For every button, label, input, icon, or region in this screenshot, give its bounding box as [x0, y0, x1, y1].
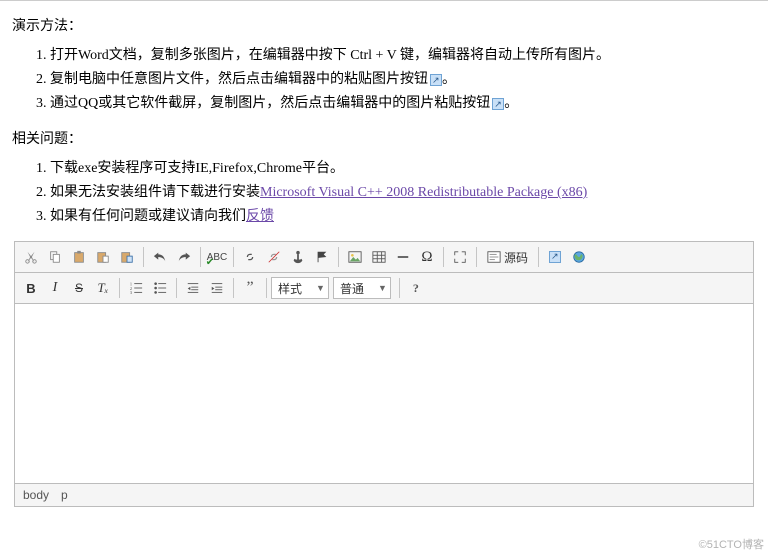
toolbar-row-2: B I S Tₓ 123 ” 样式 ▼ 普通 ▼ ?	[15, 273, 753, 304]
rich-text-editor: ABC✔ Ω 源码 B I S Tₓ 123	[14, 241, 754, 507]
styles-label: 样式	[278, 280, 302, 297]
remove-format-button[interactable]: Tₓ	[91, 276, 115, 300]
paste-text-button[interactable]	[91, 245, 115, 269]
format-combo[interactable]: 普通 ▼	[333, 277, 391, 299]
cut-button[interactable]	[19, 245, 43, 269]
numbered-list-button[interactable]: 123	[124, 276, 148, 300]
italic-button[interactable]: I	[43, 276, 67, 300]
globe-button[interactable]	[567, 245, 591, 269]
copy-button[interactable]	[43, 245, 67, 269]
list-item: 如果有任何问题或建议请向我们反馈	[50, 206, 756, 227]
undo-button[interactable]	[148, 245, 172, 269]
paste-button[interactable]	[67, 245, 91, 269]
status-body[interactable]: body	[23, 488, 49, 502]
faq-list: 下载exe安装程序可支持IE,Firefox,Chrome平台。 如果无法安装组…	[12, 158, 756, 227]
watermark: ©51CTO博客	[699, 536, 764, 552]
source-button[interactable]: 源码	[481, 245, 534, 269]
paste-image-button[interactable]	[543, 245, 567, 269]
hr-button[interactable]	[391, 245, 415, 269]
outdent-button[interactable]	[181, 276, 205, 300]
paste-image-icon	[492, 98, 504, 110]
status-p[interactable]: p	[61, 488, 68, 502]
list-item: 打开Word文档，复制多张图片，在编辑器中按下 Ctrl + V 键，编辑器将自…	[50, 45, 756, 66]
anchor-button[interactable]	[286, 245, 310, 269]
demo-heading: 演示方法：	[12, 15, 756, 35]
list-item: 通过QQ或其它软件截屏，复制图片，然后点击编辑器中的图片粘贴按钮。	[50, 93, 756, 114]
redo-button[interactable]	[172, 245, 196, 269]
demo-list: 打开Word文档，复制多张图片，在编辑器中按下 Ctrl + V 键，编辑器将自…	[12, 45, 756, 114]
svg-text:3: 3	[130, 290, 133, 295]
maximize-button[interactable]	[448, 245, 472, 269]
format-label: 普通	[340, 280, 364, 297]
styles-combo[interactable]: 样式 ▼	[271, 277, 329, 299]
indent-button[interactable]	[205, 276, 229, 300]
link-button[interactable]	[238, 245, 262, 269]
bold-button[interactable]: B	[19, 276, 43, 300]
blockquote-button[interactable]: ”	[238, 276, 262, 300]
list-item: 如果无法安装组件请下载进行安装Microsoft Visual C++ 2008…	[50, 182, 756, 203]
editor-status-bar: body p	[15, 484, 753, 506]
chevron-down-icon: ▼	[378, 283, 387, 293]
flag-button[interactable]	[310, 245, 334, 269]
table-button[interactable]	[367, 245, 391, 269]
feedback-link[interactable]: 反馈	[246, 209, 274, 224]
special-char-button[interactable]: Ω	[415, 245, 439, 269]
paste-image-icon	[430, 74, 442, 86]
image-button[interactable]	[343, 245, 367, 269]
list-item: 复制电脑中任意图片文件，然后点击编辑器中的粘贴图片按钮。	[50, 69, 756, 90]
strike-button[interactable]: S	[67, 276, 91, 300]
paste-image-icon	[549, 251, 561, 263]
unlink-button[interactable]	[262, 245, 286, 269]
spellcheck-button[interactable]: ABC✔	[205, 245, 229, 269]
paste-word-button[interactable]	[115, 245, 139, 269]
editor-content[interactable]	[15, 304, 753, 484]
list-item: 下载exe安装程序可支持IE,Firefox,Chrome平台。	[50, 158, 756, 179]
vc-redist-link[interactable]: Microsoft Visual C++ 2008 Redistributabl…	[260, 185, 587, 200]
source-label: 源码	[504, 249, 528, 266]
faq-heading: 相关问题：	[12, 128, 756, 148]
bullet-list-button[interactable]	[148, 276, 172, 300]
chevron-down-icon: ▼	[316, 283, 325, 293]
about-button[interactable]: ?	[404, 276, 428, 300]
toolbar-row-1: ABC✔ Ω 源码	[15, 242, 753, 273]
